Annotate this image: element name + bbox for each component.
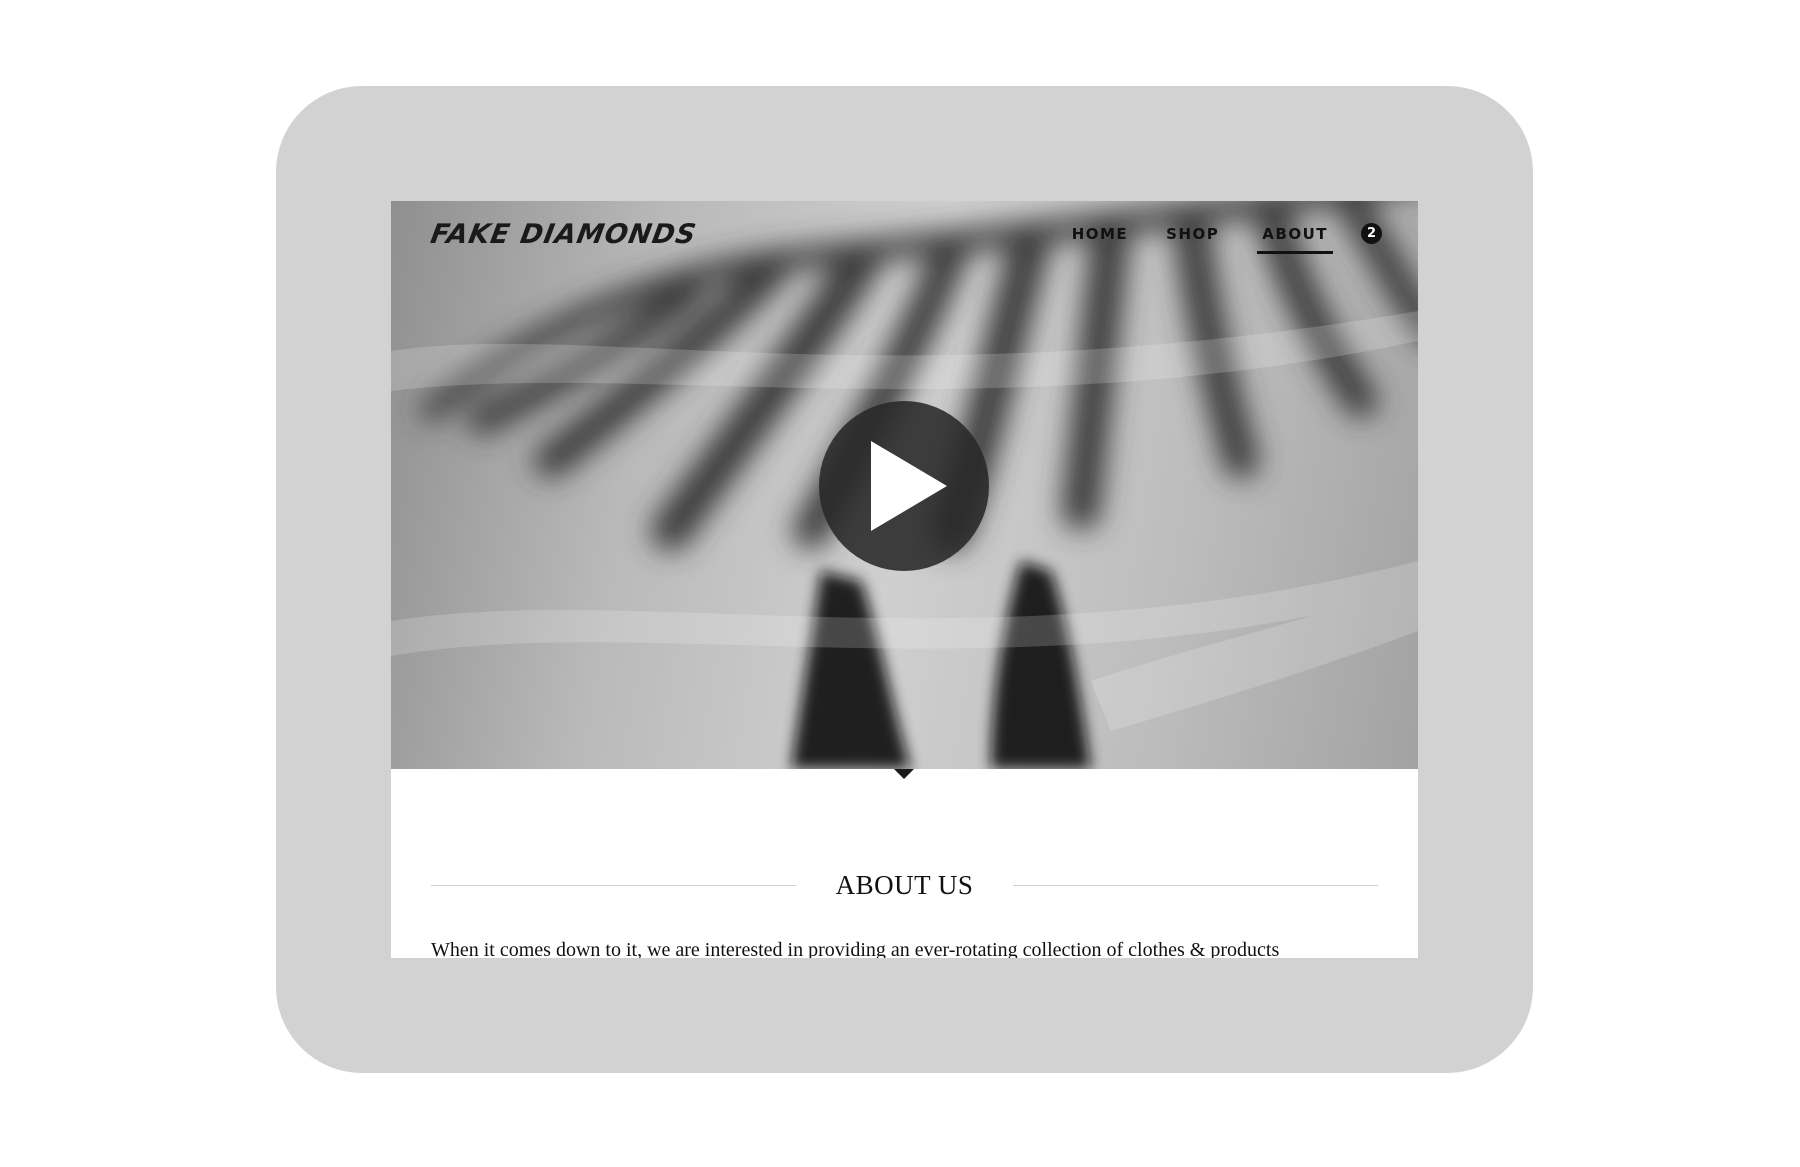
hero-video[interactable]: FAKE DIAMONDS HOME SHOP ABOUT 2 [391, 201, 1418, 769]
heading-rule-left [431, 885, 796, 886]
play-icon [871, 441, 947, 531]
cart-count-badge[interactable]: 2 [1361, 223, 1382, 244]
nav-about[interactable]: ABOUT [1257, 225, 1333, 254]
main-nav: HOME SHOP ABOUT 2 [1072, 223, 1382, 255]
site-logo[interactable]: FAKE DIAMONDS [428, 219, 699, 250]
about-heading-row: ABOUT US [431, 870, 1378, 901]
nav-home[interactable]: HOME [1072, 225, 1128, 254]
screen: FAKE DIAMONDS HOME SHOP ABOUT 2 ABOUT US… [391, 201, 1418, 958]
play-button[interactable] [819, 401, 989, 571]
about-heading: ABOUT US [835, 870, 974, 900]
about-body-text: When it comes down to it, we are interes… [431, 939, 1280, 958]
section-pointer-icon [894, 769, 914, 779]
nav-shop[interactable]: SHOP [1166, 225, 1219, 254]
heading-rule-right [1013, 885, 1378, 886]
tablet-frame: FAKE DIAMONDS HOME SHOP ABOUT 2 ABOUT US… [276, 86, 1533, 1073]
